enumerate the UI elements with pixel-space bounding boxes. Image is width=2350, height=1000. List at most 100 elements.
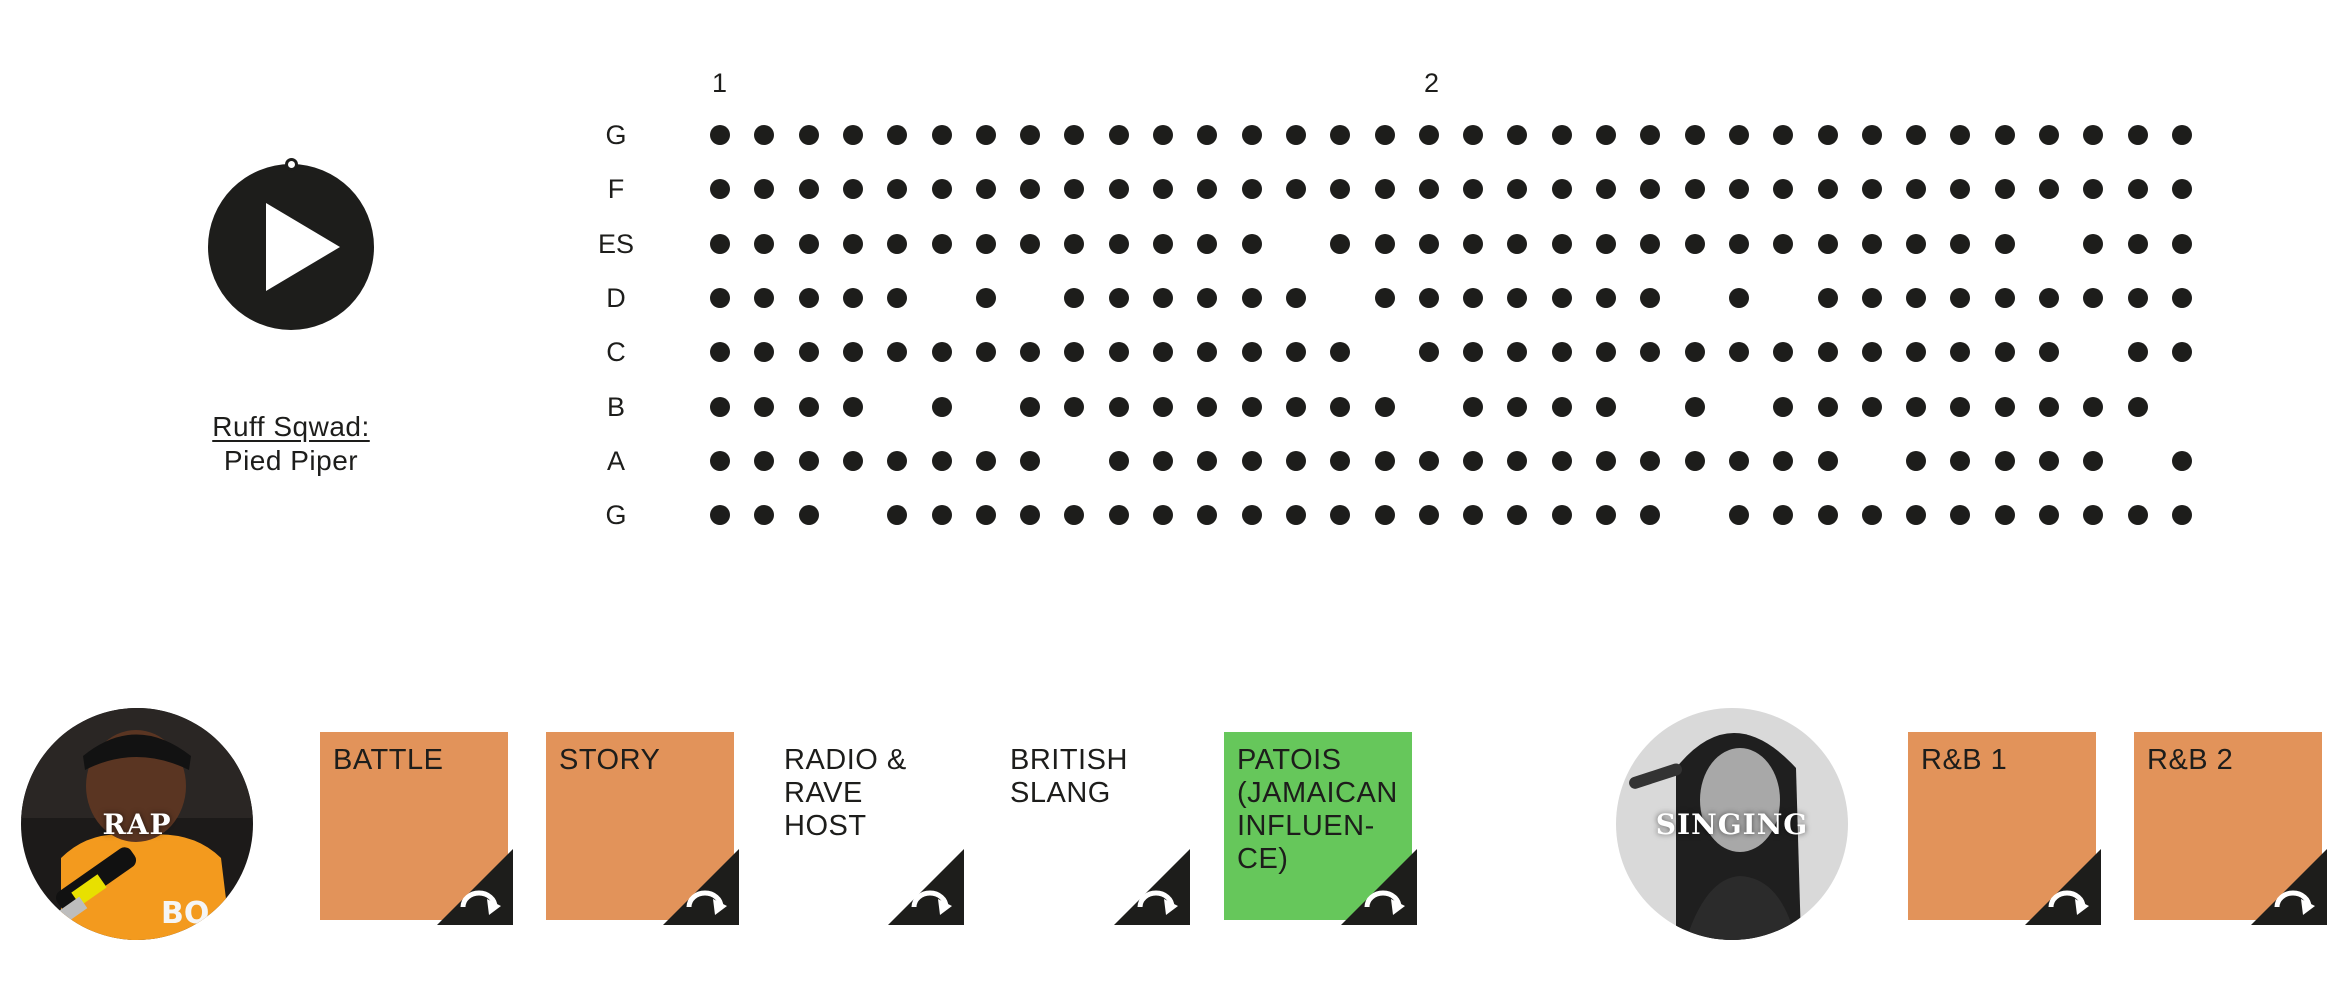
sequencer-step[interactable] <box>1463 396 1484 417</box>
sequencer-step[interactable] <box>1773 179 1794 200</box>
sequencer-step[interactable] <box>1463 179 1484 200</box>
sequencer-step[interactable] <box>1197 450 1218 471</box>
sequencer-step[interactable] <box>1020 450 1041 471</box>
sequencer-step[interactable] <box>1773 450 1794 471</box>
sequencer-step[interactable] <box>1817 450 1838 471</box>
sequencer-step[interactable] <box>2127 396 2148 417</box>
rotate-arrow-icon[interactable] <box>1114 849 1190 925</box>
sequencer-step[interactable] <box>1153 287 1173 308</box>
sequencer-step[interactable] <box>1020 233 1041 254</box>
sequencer-step[interactable] <box>798 125 819 145</box>
sequencer-step[interactable] <box>1773 396 1794 417</box>
sequencer-step[interactable] <box>1108 342 1129 363</box>
sequencer-step[interactable] <box>1330 342 1351 363</box>
sequencer-step[interactable] <box>1817 505 1838 526</box>
sequencer-step[interactable] <box>1906 450 1927 471</box>
sequencer-step[interactable] <box>2127 287 2148 308</box>
sequencer-step[interactable] <box>1640 342 1661 363</box>
sequencer-step[interactable] <box>1374 287 1395 308</box>
sequencer-step[interactable] <box>1241 125 1262 145</box>
sequencer-step[interactable] <box>1108 396 1129 417</box>
sequencer-step[interactable] <box>710 233 730 254</box>
sequencer-step[interactable] <box>2039 450 2059 471</box>
sequencer-step[interactable] <box>1994 233 2015 254</box>
sequencer-step[interactable] <box>1285 450 1306 471</box>
sequencer-step[interactable] <box>1285 396 1306 417</box>
sequencer-step[interactable] <box>1241 396 1262 417</box>
sequencer-step[interactable] <box>887 179 908 200</box>
sequencer-step[interactable] <box>1551 450 1572 471</box>
sequencer-step[interactable] <box>931 396 952 417</box>
sequencer-step[interactable] <box>1153 396 1173 417</box>
sequencer-step[interactable] <box>1551 342 1572 363</box>
sequencer-step[interactable] <box>1108 179 1129 200</box>
sequencer-step[interactable] <box>1418 125 1439 145</box>
sequencer-step[interactable] <box>1817 179 1838 200</box>
sequencer-step[interactable] <box>1064 233 1085 254</box>
sequencer-step[interactable] <box>1906 287 1927 308</box>
sequencer-step[interactable] <box>1108 125 1129 145</box>
sequencer-step[interactable] <box>1551 396 1572 417</box>
sequencer-step[interactable] <box>2083 505 2104 526</box>
sequencer-step[interactable] <box>1773 125 1794 145</box>
sequencer-step[interactable] <box>1906 233 1927 254</box>
sequencer-step[interactable] <box>931 125 952 145</box>
sequencer-step[interactable] <box>1817 125 1838 145</box>
sequencer-step[interactable] <box>2039 342 2059 363</box>
sequencer-step[interactable] <box>1241 505 1262 526</box>
sequencer-step[interactable] <box>1906 342 1927 363</box>
sequencer-step[interactable] <box>2171 505 2192 526</box>
sequencer-step[interactable] <box>798 342 819 363</box>
sequencer-step[interactable] <box>1950 125 1971 145</box>
sequencer-step[interactable] <box>1197 342 1218 363</box>
sequencer-step[interactable] <box>1285 287 1306 308</box>
sequencer-step[interactable] <box>2171 125 2192 145</box>
sequencer-step[interactable] <box>754 287 775 308</box>
sequencer-step[interactable] <box>1817 287 1838 308</box>
sequencer-step[interactable] <box>1950 450 1971 471</box>
sequencer-step[interactable] <box>887 287 908 308</box>
sequencer-step[interactable] <box>1728 505 1749 526</box>
sequencer-step[interactable] <box>1728 342 1749 363</box>
sequencer-step[interactable] <box>1507 233 1528 254</box>
sequencer-step[interactable] <box>2039 396 2059 417</box>
sequencer-step[interactable] <box>1861 396 1882 417</box>
sequencer-step[interactable] <box>2083 396 2104 417</box>
sequencer-step[interactable] <box>1418 450 1439 471</box>
sequencer-step[interactable] <box>1817 233 1838 254</box>
sequencer-step[interactable] <box>1241 450 1262 471</box>
sequencer-step[interactable] <box>798 287 819 308</box>
sequencer-step[interactable] <box>842 179 863 200</box>
sequencer-step[interactable] <box>710 342 730 363</box>
sequencer-step[interactable] <box>798 450 819 471</box>
sequencer-step[interactable] <box>1950 342 1971 363</box>
sequencer-step[interactable] <box>1596 342 1616 363</box>
sequencer-step[interactable] <box>754 179 775 200</box>
sequencer-step[interactable] <box>1020 505 1041 526</box>
sequencer-step[interactable] <box>1285 179 1306 200</box>
sequencer-step[interactable] <box>975 505 996 526</box>
sequencer-step[interactable] <box>1817 342 1838 363</box>
sequencer-step[interactable] <box>1596 450 1616 471</box>
sequencer-step[interactable] <box>1330 179 1351 200</box>
sequencer-step[interactable] <box>842 125 863 145</box>
sequencer-step[interactable] <box>1020 179 1041 200</box>
sequencer-step[interactable] <box>1861 342 1882 363</box>
sequencer-step[interactable] <box>1374 179 1395 200</box>
sequencer-step[interactable] <box>931 342 952 363</box>
sequencer-step[interactable] <box>1684 450 1705 471</box>
sequencer-step[interactable] <box>710 179 730 200</box>
sequencer-step[interactable] <box>1153 179 1173 200</box>
rap-category-button[interactable]: BO RAP <box>21 708 253 940</box>
sequencer-step[interactable] <box>1906 179 1927 200</box>
sequencer-step[interactable] <box>1153 342 1173 363</box>
sequencer-step[interactable] <box>1906 505 1927 526</box>
sequencer-step[interactable] <box>1640 233 1661 254</box>
sequencer-step[interactable] <box>975 233 996 254</box>
sequencer-step[interactable] <box>710 396 730 417</box>
sequencer-step[interactable] <box>1020 396 1041 417</box>
rotate-arrow-icon[interactable] <box>1341 849 1417 925</box>
sequencer-step[interactable] <box>1994 125 2015 145</box>
sequencer-step[interactable] <box>1330 125 1351 145</box>
sequencer-step[interactable] <box>1994 179 2015 200</box>
